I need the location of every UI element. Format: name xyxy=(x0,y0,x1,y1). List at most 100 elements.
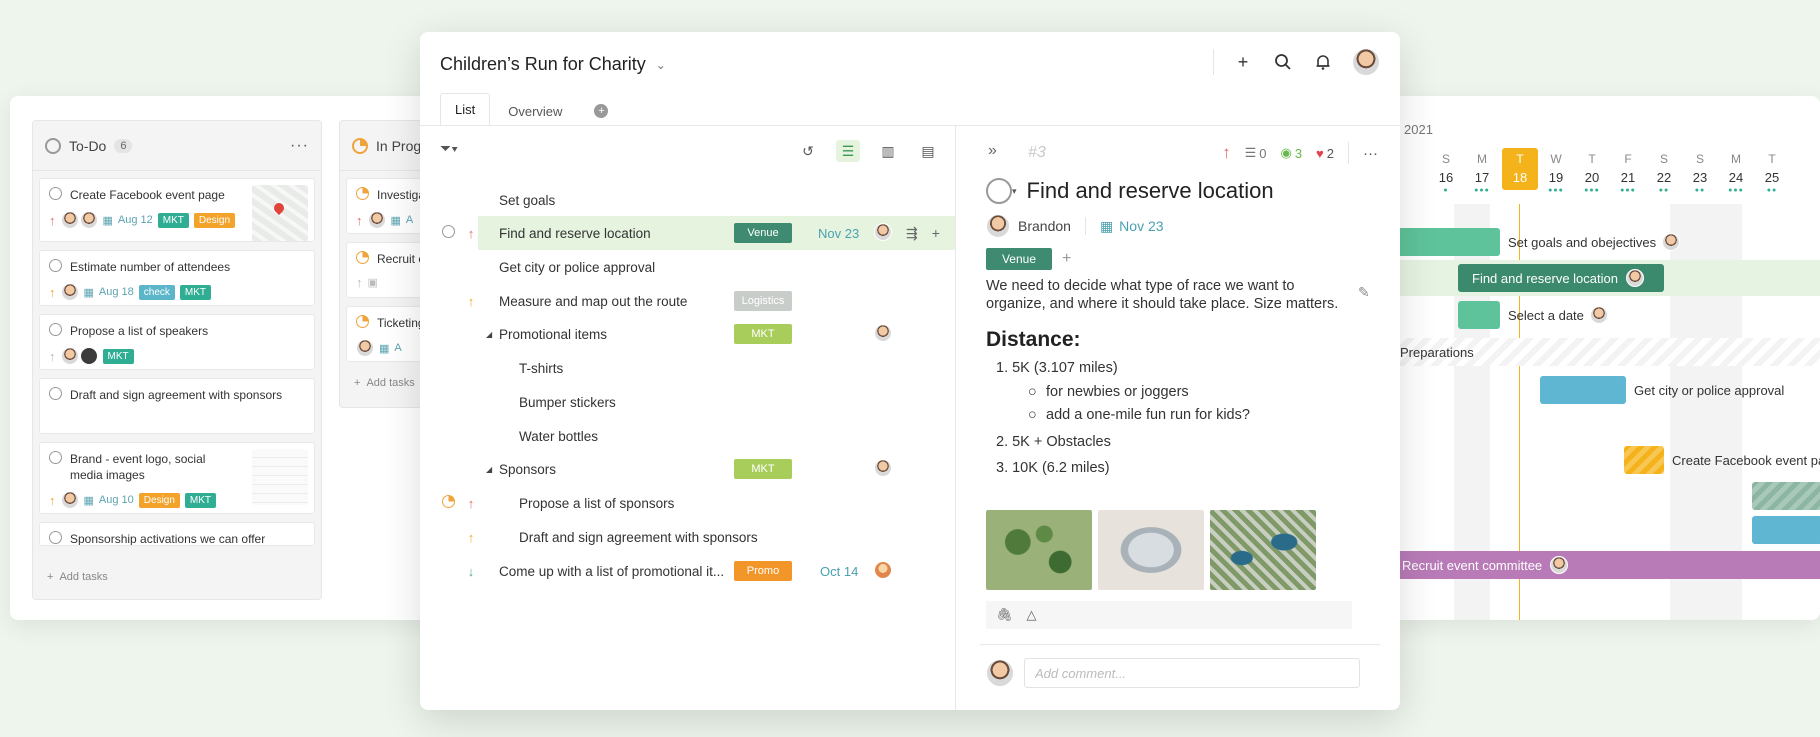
avatar xyxy=(1662,233,1681,251)
gantt-bar-select-date[interactable] xyxy=(1458,301,1500,329)
checkbox-icon[interactable] xyxy=(49,387,62,400)
task-row[interactable]: Set goals xyxy=(420,183,955,217)
list-toolbar: ⏷▾ ↺ ☰ ▥ ▤ xyxy=(440,140,940,164)
in-progress-icon xyxy=(356,251,369,264)
expand-panel-icon[interactable]: » xyxy=(988,142,997,160)
day-cell[interactable]: T 25 ●● xyxy=(1754,152,1790,194)
in-progress-icon[interactable] xyxy=(442,495,455,508)
likes-count[interactable]: ♥ 2 xyxy=(1316,146,1334,161)
gantt-bar-recruit-committee[interactable]: Recruit event committee xyxy=(1390,551,1820,579)
checkbox-icon[interactable] xyxy=(49,451,62,464)
image-thumbnail[interactable] xyxy=(986,510,1092,590)
assignee-name[interactable]: Brandon xyxy=(1018,218,1071,234)
kanban-card[interactable]: Draft and sign agreement with sponsors xyxy=(39,378,315,434)
calendar-icon: ▦ xyxy=(83,286,94,299)
image-thumbnail[interactable] xyxy=(1210,510,1316,590)
priority-high-icon: ↑ xyxy=(49,212,56,228)
task-row[interactable]: Get city or police approval xyxy=(420,250,955,284)
day-cell[interactable]: T 20 ●●● xyxy=(1574,152,1610,194)
priority-high-icon[interactable]: ↑ xyxy=(1222,143,1231,163)
add-tasks-button[interactable]: + Add tasks xyxy=(354,377,415,389)
tab-overview[interactable]: Overview xyxy=(494,96,576,126)
chevron-down-icon[interactable]: ▾ xyxy=(1012,186,1017,197)
checkbox-icon[interactable] xyxy=(49,187,62,200)
gantt-bar-facebook-event[interactable] xyxy=(1624,446,1664,474)
kanban-card[interactable]: Sponsorship activations we can offer xyxy=(39,522,315,546)
collapse-triangle-icon[interactable]: ◢ xyxy=(486,330,492,339)
user-avatar[interactable] xyxy=(1352,48,1380,76)
gantt-bar-find-location[interactable]: Find and reserve location xyxy=(1458,264,1664,292)
tag-venue[interactable]: Venue xyxy=(986,248,1052,270)
checkbox-icon[interactable] xyxy=(49,323,62,336)
checkbox-icon[interactable] xyxy=(49,531,62,544)
task-row-group[interactable]: ◢ Sponsors MKT xyxy=(420,452,955,486)
filter-icon[interactable]: ⏷▾ xyxy=(440,140,458,157)
day-cell[interactable]: M 17 ●●● xyxy=(1464,152,1500,194)
day-cell[interactable]: S 23 ●● xyxy=(1682,152,1718,194)
add-tasks-button[interactable]: + Add tasks xyxy=(47,571,108,583)
task-row[interactable]: ↑ Measure and map out the route Logistic… xyxy=(420,284,955,318)
avatar xyxy=(60,491,79,509)
list-view-icon[interactable]: ☰ xyxy=(836,140,860,162)
search-icon[interactable] xyxy=(1272,51,1294,73)
task-title[interactable]: ▾ Find and reserve location xyxy=(986,178,1274,204)
kanban-card[interactable]: Brand - event logo, social media images … xyxy=(39,442,315,514)
subtask-icon[interactable]: ⇶ xyxy=(906,225,918,242)
watchers-count[interactable]: ◉ 3 xyxy=(1280,145,1302,161)
refresh-icon[interactable]: ↺ xyxy=(796,140,820,162)
task-row-group[interactable]: ◢ Promotional items MKT xyxy=(420,317,955,351)
gantt-bar-set-goals[interactable] xyxy=(1390,228,1500,256)
chevron-down-icon[interactable]: ⌄ xyxy=(656,58,666,72)
more-icon[interactable]: ··· xyxy=(1363,145,1378,162)
task-description[interactable]: We need to decide what type of race we w… xyxy=(986,277,1356,313)
comment-input[interactable] xyxy=(1024,658,1360,688)
avatar xyxy=(874,222,892,241)
task-row-selected[interactable]: ↑ Find and reserve location Venue Nov 23… xyxy=(442,216,955,250)
tag-mkt: MKT xyxy=(734,324,792,344)
list-item: 3. 10K (6.2 miles) xyxy=(996,460,1110,476)
attachment-bar: 🖇 △ xyxy=(986,601,1352,629)
checkbox-icon[interactable] xyxy=(442,225,455,238)
gantt-group-preparations[interactable]: Preparations xyxy=(1390,338,1820,366)
gantt-bar-city-approval[interactable] xyxy=(1540,376,1626,404)
tab-list[interactable]: List xyxy=(440,93,491,126)
more-icon[interactable]: ··· xyxy=(290,137,309,155)
day-cell-today[interactable]: T 18 xyxy=(1502,148,1538,190)
bell-icon[interactable] xyxy=(1312,51,1334,73)
status-circle-icon[interactable] xyxy=(986,178,1012,204)
add-tab-icon[interactable]: + xyxy=(594,104,609,118)
add-tag-icon[interactable]: + xyxy=(1062,250,1071,268)
pencil-icon[interactable]: ✎ xyxy=(1358,284,1370,301)
subtask-row[interactable]: Water bottles xyxy=(420,419,955,453)
gantt-bar[interactable] xyxy=(1752,482,1820,510)
day-cell[interactable]: M 24 ●●● xyxy=(1718,152,1754,194)
paperclip-icon[interactable]: 🖇 xyxy=(996,607,1013,623)
board-view-icon[interactable]: ▥ xyxy=(876,140,900,162)
image-thumbnail[interactable] xyxy=(1098,510,1204,590)
project-title[interactable]: Children’s Run for Charity ⌄ xyxy=(440,54,666,75)
task-row[interactable]: ↓ Come up with a list of promotional it.… xyxy=(420,554,955,588)
due-date[interactable]: ▦ Nov 23 xyxy=(1100,218,1164,235)
collapse-triangle-icon[interactable]: ◢ xyxy=(486,465,492,474)
drive-icon[interactable]: △ xyxy=(1027,607,1037,623)
subtask-row[interactable]: ↑ Propose a list of sponsors xyxy=(420,486,955,520)
day-cell[interactable]: F 21 ●●● xyxy=(1610,152,1646,194)
subtask-row[interactable]: Bumper stickers xyxy=(420,385,955,419)
assignee-avatar[interactable] xyxy=(986,214,1010,238)
subtask-row[interactable]: ↑ Draft and sign agreement with sponsors xyxy=(420,520,955,554)
plus-icon[interactable]: + xyxy=(1232,51,1254,73)
kanban-card[interactable]: Create Facebook event page ↑ ▦ Aug 12 MKT… xyxy=(39,178,315,242)
day-cell[interactable]: S 16 ● xyxy=(1428,152,1464,194)
comments-count[interactable]: ☰ 0 xyxy=(1245,145,1267,161)
subtask-row[interactable]: T-shirts xyxy=(420,351,955,385)
avatar xyxy=(356,339,374,357)
add-subtask-icon[interactable]: + xyxy=(932,225,940,242)
day-cell[interactable]: S 22 ●● xyxy=(1646,152,1682,194)
checkbox-icon[interactable] xyxy=(49,259,62,272)
bullet-icon: ○ xyxy=(1028,407,1037,423)
day-cell[interactable]: W 19 ●●● xyxy=(1538,152,1574,194)
gantt-bar[interactable] xyxy=(1752,516,1820,544)
gantt-view-icon[interactable]: ▤ xyxy=(916,140,940,162)
kanban-card[interactable]: Propose a list of speakers ↑ MKT xyxy=(39,314,315,370)
kanban-card[interactable]: Estimate number of attendees ↑ ▦ Aug 18 c… xyxy=(39,250,315,306)
